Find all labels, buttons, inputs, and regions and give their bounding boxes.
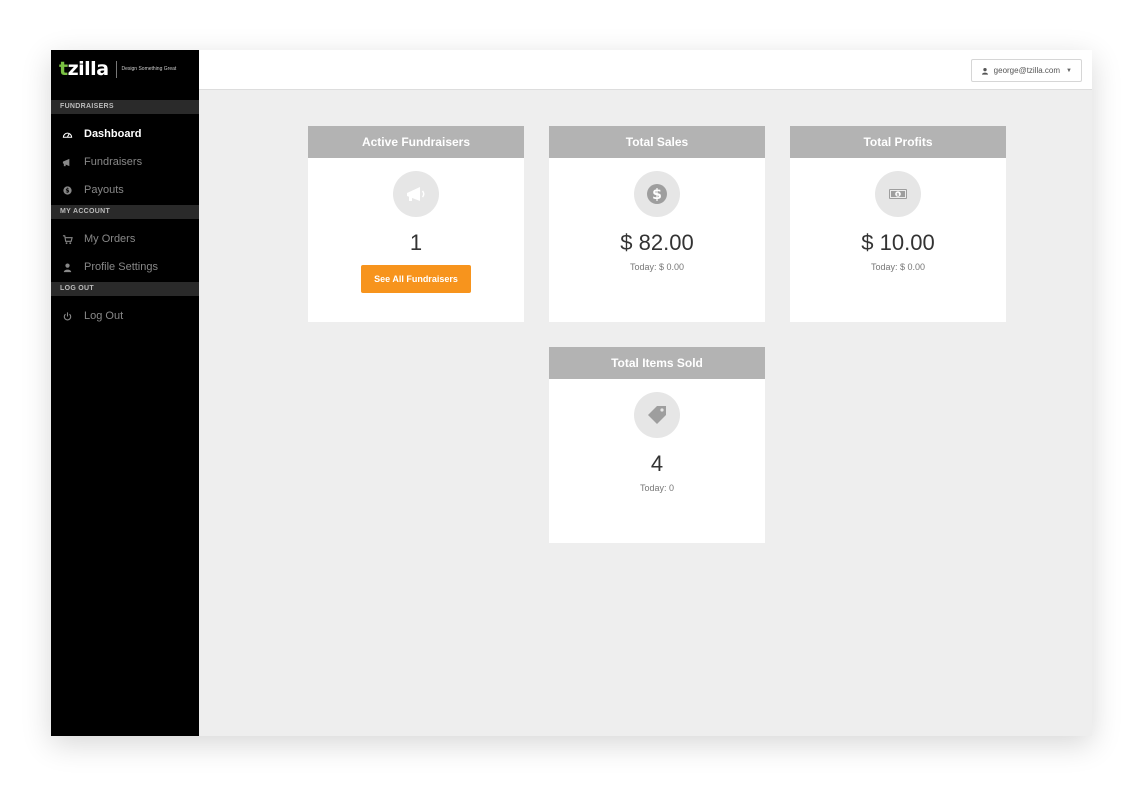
card-value: $ 10.00	[861, 230, 935, 255]
megaphone-icon	[60, 155, 74, 169]
card-today: Today: $ 0.00	[629, 262, 685, 272]
card-today: Today: 0	[639, 483, 675, 493]
section-my-account: MY ACCOUNT	[51, 205, 199, 219]
card-title: Active Fundraisers	[308, 126, 524, 158]
card-title: Total Profits	[790, 126, 1006, 158]
app-window: tzilla Design Something Great FUNDRAISER…	[51, 50, 1092, 736]
card-total-items-sold: Total Items Sold 4 Today: 0	[549, 347, 765, 543]
svg-text:$: $	[652, 187, 662, 203]
sidebar-item-label: Log Out	[84, 310, 124, 322]
payout-icon: $	[60, 183, 74, 197]
sidebar-item-label: Dashboard	[84, 128, 142, 140]
sidebar-item-my-orders[interactable]: My Orders	[51, 225, 199, 253]
sidebar-item-label: Profile Settings	[84, 261, 158, 273]
section-log-out: LOG OUT	[51, 282, 199, 296]
logo[interactable]: tzilla	[59, 57, 109, 80]
sidebar-item-profile-settings[interactable]: Profile Settings	[51, 253, 199, 281]
nav-my-account: My Orders Profile Settings	[51, 219, 199, 281]
user-icon	[60, 260, 74, 274]
sidebar-item-dashboard[interactable]: Dashboard	[51, 120, 199, 148]
sidebar-item-log-out[interactable]: Log Out	[51, 302, 199, 330]
card-value: 4	[650, 451, 664, 476]
tag-icon	[634, 392, 680, 438]
nav-log-out: Log Out	[51, 296, 199, 330]
card-value: $ 82.00	[620, 230, 694, 255]
nav-fundraisers: Dashboard Fundraisers $ Payouts	[51, 114, 199, 204]
megaphone-icon	[393, 171, 439, 217]
cash-icon: $	[875, 171, 921, 217]
dashboard-icon	[60, 127, 74, 141]
brand: tzilla Design Something Great	[51, 50, 199, 88]
card-total-profits: Total Profits $ $ 10.00 Today: $ 0.00	[790, 126, 1006, 322]
logo-rest: zilla	[67, 57, 109, 80]
sidebar-item-label: Payouts	[84, 184, 124, 196]
card-active-fundraisers: Active Fundraisers 1 See All Fundraisers	[308, 126, 524, 322]
chevron-down-icon: ▼	[1066, 67, 1072, 74]
sidebar-item-label: My Orders	[84, 233, 136, 245]
cart-icon	[60, 232, 74, 246]
user-email: george@tzilla.com	[993, 66, 1061, 75]
dollar-icon: $	[634, 171, 680, 217]
card-total-sales: Total Sales $ $ 82.00 Today: $ 0.00	[549, 126, 765, 322]
sidebar-item-payouts[interactable]: $ Payouts	[51, 176, 199, 204]
user-icon	[981, 67, 988, 75]
sidebar-item-fundraisers[interactable]: Fundraisers	[51, 148, 199, 176]
svg-text:$: $	[65, 187, 69, 194]
card-title: Total Items Sold	[549, 347, 765, 379]
brand-divider	[115, 60, 117, 78]
section-fundraisers: FUNDRAISERS	[51, 100, 199, 114]
top-bar: george@tzilla.com ▼	[199, 50, 1092, 90]
sidebar-item-label: Fundraisers	[84, 156, 143, 168]
power-icon	[60, 309, 74, 323]
logo-t: t	[59, 57, 68, 80]
card-today: Today: $ 0.00	[870, 262, 926, 272]
see-all-fundraisers-button[interactable]: See All Fundraisers	[361, 265, 471, 293]
card-value: 1	[409, 230, 423, 255]
card-title: Total Sales	[549, 126, 765, 158]
user-menu-button[interactable]: george@tzilla.com ▼	[970, 59, 1082, 82]
brand-tagline: Design Something Great	[121, 66, 177, 72]
svg-text:$: $	[896, 192, 899, 198]
sidebar: tzilla Design Something Great FUNDRAISER…	[51, 50, 199, 736]
